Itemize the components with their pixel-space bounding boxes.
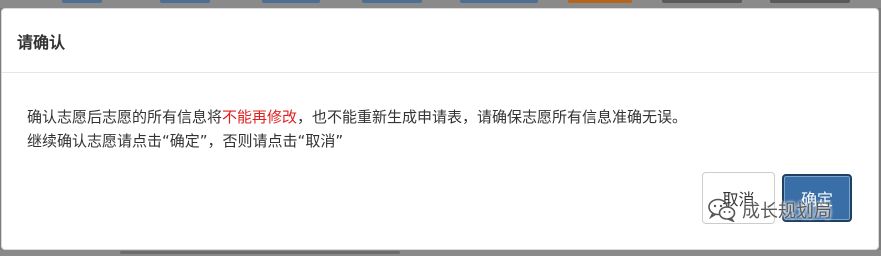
warning-text: 不能再修改 [222,108,298,126]
background-footer [0,250,881,256]
background-text [120,251,400,254]
background-tab [262,0,320,3]
background-tab [362,0,422,3]
background-tab [62,0,102,3]
dialog-message: 确认志愿后志愿的所有信息将不能再修改，也不能重新生成申请表，请确保志愿所有信息准… [27,105,867,153]
message-line-1: 确认志愿后志愿的所有信息将不能再修改，也不能重新生成申请表，请确保志愿所有信息准… [27,105,867,129]
watermark-text: 成长规划局 [742,201,832,222]
wechat-icon [708,198,736,222]
background-tab [662,0,742,3]
message-line-2: 继续确认志愿请点击“确定”，否则请点击“取消” [27,132,344,150]
message-text: 确认志愿后志愿的所有信息将 [27,108,223,126]
dialog-title: 请确认 [17,33,66,52]
background-tab-active [568,0,632,3]
watermark: 成长规划局 [708,196,832,224]
background-tab [770,0,850,3]
background-tab [160,0,210,3]
message-text: ，也不能重新生成申请表，请确保志愿所有信息准确无误。 [297,108,688,126]
background-tab [460,0,538,3]
dialog-header: 请确认 [2,9,878,73]
background-nav [0,0,881,8]
